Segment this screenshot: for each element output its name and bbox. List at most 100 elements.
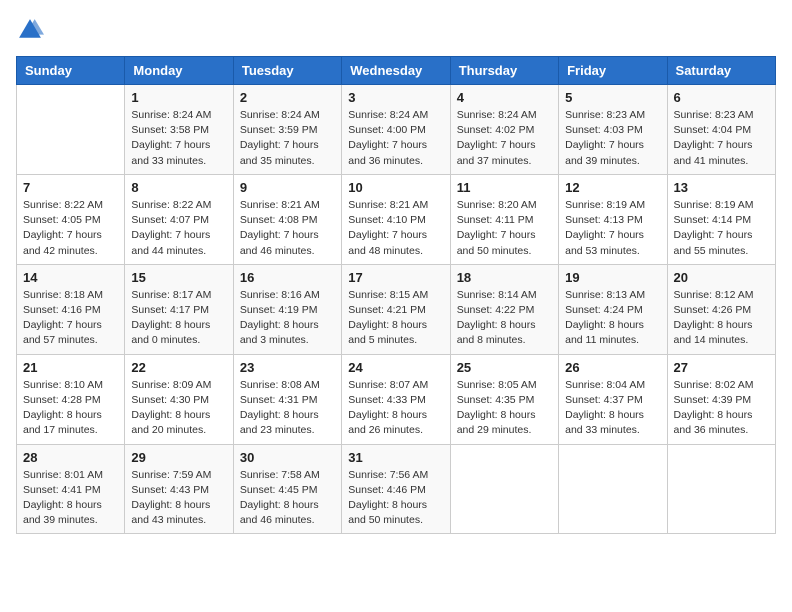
day-number: 13 — [674, 180, 769, 195]
day-number: 7 — [23, 180, 118, 195]
day-info: Sunrise: 8:02 AMSunset: 4:39 PMDaylight:… — [674, 378, 769, 439]
day-number: 14 — [23, 270, 118, 285]
calendar-cell: 10Sunrise: 8:21 AMSunset: 4:10 PMDayligh… — [342, 174, 450, 264]
day-info: Sunrise: 8:14 AMSunset: 4:22 PMDaylight:… — [457, 288, 552, 349]
calendar-cell: 13 Sunrise: 8:19 AMSunset: 4:14 PMDayligh… — [667, 174, 775, 264]
day-info: Sunrise: 8:17 AMSunset: 4:17 PMDaylight:… — [131, 288, 226, 349]
day-number: 16 — [240, 270, 335, 285]
day-number: 17 — [348, 270, 443, 285]
calendar-cell: 17 Sunrise: 8:15 AMSunset: 4:21 PMDayligh… — [342, 264, 450, 354]
col-header-sunday: Sunday — [17, 57, 125, 85]
day-info: Sunrise: 8:09 AMSunset: 4:30 PMDaylight:… — [131, 378, 226, 439]
calendar-cell: 19Sunrise: 8:13 AMSunset: 4:24 PMDayligh… — [559, 264, 667, 354]
calendar-week-row: 21 Sunrise: 8:10 AMSunset: 4:28 PMDayligh… — [17, 354, 776, 444]
day-number: 25 — [457, 360, 552, 375]
day-info: Sunrise: 8:19 AMSunset: 4:13 PMDaylight:… — [565, 198, 660, 259]
day-info: Sunrise: 8:10 AMSunset: 4:28 PMDaylight:… — [23, 378, 118, 439]
day-info: Sunrise: 8:08 AMSunset: 4:31 PMDaylight:… — [240, 378, 335, 439]
day-number: 29 — [131, 450, 226, 465]
calendar-cell: 31Sunrise: 7:56 AMSunset: 4:46 PMDayligh… — [342, 444, 450, 534]
col-header-saturday: Saturday — [667, 57, 775, 85]
day-number: 4 — [457, 90, 552, 105]
calendar-cell: 6 Sunrise: 8:23 AMSunset: 4:04 PMDaylight… — [667, 85, 775, 175]
day-info: Sunrise: 8:24 AMSunset: 3:59 PMDaylight:… — [240, 108, 335, 169]
day-info: Sunrise: 8:23 AMSunset: 4:04 PMDaylight:… — [674, 108, 769, 169]
day-info: Sunrise: 8:04 AMSunset: 4:37 PMDaylight:… — [565, 378, 660, 439]
calendar-cell: 14 Sunrise: 8:18 AMSunset: 4:16 PMDayligh… — [17, 264, 125, 354]
day-info: Sunrise: 8:24 AMSunset: 4:00 PMDaylight:… — [348, 108, 443, 169]
day-info: Sunrise: 8:24 AMSunset: 3:58 PMDaylight:… — [131, 108, 226, 169]
calendar-week-row: 14 Sunrise: 8:18 AMSunset: 4:16 PMDayligh… — [17, 264, 776, 354]
day-number: 18 — [457, 270, 552, 285]
calendar-cell: 1Sunrise: 8:24 AMSunset: 3:58 PMDaylight… — [125, 85, 233, 175]
calendar-cell: 24 Sunrise: 8:07 AMSunset: 4:33 PMDayligh… — [342, 354, 450, 444]
calendar-cell: 29 Sunrise: 7:59 AMSunset: 4:43 PMDayligh… — [125, 444, 233, 534]
day-number: 15 — [131, 270, 226, 285]
calendar-cell: 7Sunrise: 8:22 AMSunset: 4:05 PMDaylight… — [17, 174, 125, 264]
calendar-cell: 12 Sunrise: 8:19 AMSunset: 4:13 PMDayligh… — [559, 174, 667, 264]
day-number: 11 — [457, 180, 552, 195]
day-number: 21 — [23, 360, 118, 375]
day-number: 20 — [674, 270, 769, 285]
day-number: 22 — [131, 360, 226, 375]
day-info: Sunrise: 8:22 AMSunset: 4:07 PMDaylight:… — [131, 198, 226, 259]
col-header-monday: Monday — [125, 57, 233, 85]
calendar-cell — [450, 444, 558, 534]
day-info: Sunrise: 7:59 AMSunset: 4:43 PMDaylight:… — [131, 468, 226, 529]
day-info: Sunrise: 8:19 AMSunset: 4:14 PMDaylight:… — [674, 198, 769, 259]
col-header-friday: Friday — [559, 57, 667, 85]
day-number: 28 — [23, 450, 118, 465]
calendar-cell: 5 Sunrise: 8:23 AMSunset: 4:03 PMDaylight… — [559, 85, 667, 175]
calendar-header-row: SundayMondayTuesdayWednesdayThursdayFrid… — [17, 57, 776, 85]
day-number: 12 — [565, 180, 660, 195]
calendar-table: SundayMondayTuesdayWednesdayThursdayFrid… — [16, 56, 776, 534]
calendar-cell: 23Sunrise: 8:08 AMSunset: 4:31 PMDayligh… — [233, 354, 341, 444]
day-info: Sunrise: 7:58 AMSunset: 4:45 PMDaylight:… — [240, 468, 335, 529]
day-info: Sunrise: 8:23 AMSunset: 4:03 PMDaylight:… — [565, 108, 660, 169]
calendar-week-row: 28 Sunrise: 8:01 AMSunset: 4:41 PMDayligh… — [17, 444, 776, 534]
col-header-wednesday: Wednesday — [342, 57, 450, 85]
calendar-cell: 3 Sunrise: 8:24 AMSunset: 4:00 PMDaylight… — [342, 85, 450, 175]
day-info: Sunrise: 8:24 AMSunset: 4:02 PMDaylight:… — [457, 108, 552, 169]
day-info: Sunrise: 8:01 AMSunset: 4:41 PMDaylight:… — [23, 468, 118, 529]
calendar-cell: 9 Sunrise: 8:21 AMSunset: 4:08 PMDaylight… — [233, 174, 341, 264]
calendar-cell: 16 Sunrise: 8:16 AMSunset: 4:19 PMDayligh… — [233, 264, 341, 354]
calendar-cell — [667, 444, 775, 534]
day-info: Sunrise: 8:18 AMSunset: 4:16 PMDaylight:… — [23, 288, 118, 349]
day-info: Sunrise: 8:21 AMSunset: 4:08 PMDaylight:… — [240, 198, 335, 259]
calendar-cell: 20Sunrise: 8:12 AMSunset: 4:26 PMDayligh… — [667, 264, 775, 354]
day-info: Sunrise: 8:15 AMSunset: 4:21 PMDaylight:… — [348, 288, 443, 349]
day-number: 24 — [348, 360, 443, 375]
day-info: Sunrise: 8:13 AMSunset: 4:24 PMDaylight:… — [565, 288, 660, 349]
calendar-cell: 26 Sunrise: 8:04 AMSunset: 4:37 PMDayligh… — [559, 354, 667, 444]
calendar-cell: 28 Sunrise: 8:01 AMSunset: 4:41 PMDayligh… — [17, 444, 125, 534]
calendar-cell: 27 Sunrise: 8:02 AMSunset: 4:39 PMDayligh… — [667, 354, 775, 444]
day-number: 9 — [240, 180, 335, 195]
day-info: Sunrise: 8:20 AMSunset: 4:11 PMDaylight:… — [457, 198, 552, 259]
calendar-cell: 2 Sunrise: 8:24 AMSunset: 3:59 PMDaylight… — [233, 85, 341, 175]
calendar-cell: 4 Sunrise: 8:24 AMSunset: 4:02 PMDaylight… — [450, 85, 558, 175]
calendar-cell: 18 Sunrise: 8:14 AMSunset: 4:22 PMDayligh… — [450, 264, 558, 354]
day-number: 26 — [565, 360, 660, 375]
col-header-tuesday: Tuesday — [233, 57, 341, 85]
day-number: 3 — [348, 90, 443, 105]
day-info: Sunrise: 8:07 AMSunset: 4:33 PMDaylight:… — [348, 378, 443, 439]
day-number: 5 — [565, 90, 660, 105]
calendar-cell: 25 Sunrise: 8:05 AMSunset: 4:35 PMDayligh… — [450, 354, 558, 444]
day-number: 10 — [348, 180, 443, 195]
page-header — [16, 16, 776, 44]
day-number: 27 — [674, 360, 769, 375]
calendar-week-row: 1Sunrise: 8:24 AMSunset: 3:58 PMDaylight… — [17, 85, 776, 175]
day-number: 30 — [240, 450, 335, 465]
day-info: Sunrise: 8:16 AMSunset: 4:19 PMDaylight:… — [240, 288, 335, 349]
calendar-cell: 30 Sunrise: 7:58 AMSunset: 4:45 PMDayligh… — [233, 444, 341, 534]
day-number: 2 — [240, 90, 335, 105]
day-number: 8 — [131, 180, 226, 195]
day-info: Sunrise: 8:05 AMSunset: 4:35 PMDaylight:… — [457, 378, 552, 439]
calendar-cell: 21 Sunrise: 8:10 AMSunset: 4:28 PMDayligh… — [17, 354, 125, 444]
calendar-cell: 8 Sunrise: 8:22 AMSunset: 4:07 PMDaylight… — [125, 174, 233, 264]
calendar-cell — [559, 444, 667, 534]
day-number: 6 — [674, 90, 769, 105]
col-header-thursday: Thursday — [450, 57, 558, 85]
day-number: 31 — [348, 450, 443, 465]
